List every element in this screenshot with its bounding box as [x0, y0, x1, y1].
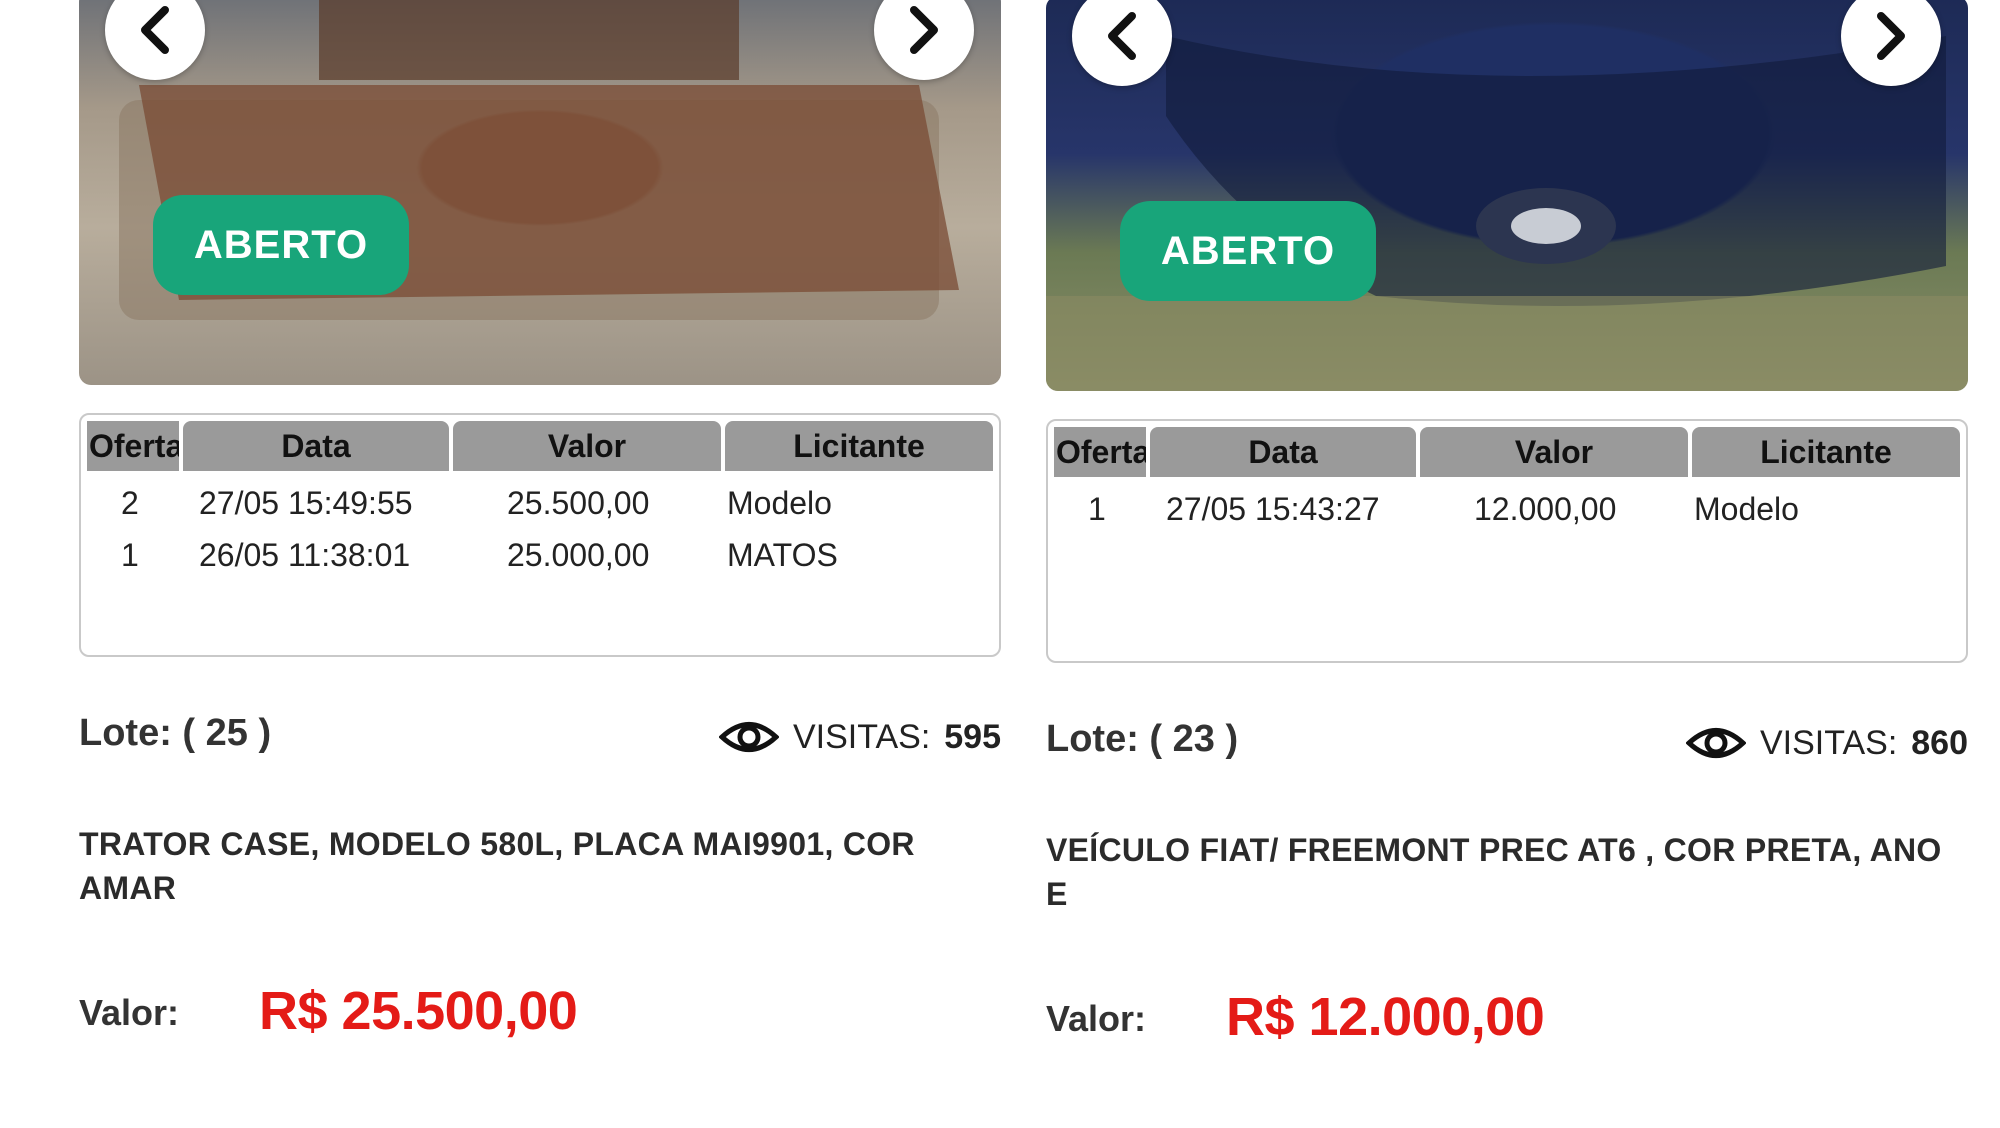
current-price: R$ 25.500,00: [259, 981, 578, 1041]
col-oferta: Oferta: [87, 421, 179, 471]
cell-data: 27/05 15:43:27: [1166, 491, 1380, 527]
valor-label: Valor:: [1046, 998, 1147, 1039]
col-oferta: Oferta: [1054, 427, 1146, 477]
cell-valor: 25.000,00: [507, 537, 650, 573]
eye-icon: [1685, 728, 1746, 758]
visits-label: VISITAS:: [1759, 723, 1898, 762]
bids-table-header: Oferta Data Valor Licitante: [1054, 427, 1960, 477]
lot-description[interactable]: TRATOR CASE, MODELO 580L, PLACA MAI9901,…: [79, 822, 979, 910]
auction-card-23: ABERTO Oferta Data Valor Licitante 1 27/…: [1046, 0, 1968, 1128]
visits-label: VISITAS:: [792, 717, 931, 756]
bids-table-header: Oferta Data Valor Licitante: [87, 421, 993, 471]
lot-description[interactable]: VEÍCULO FIAT/ FREEMONT PREC AT6 , COR PR…: [1046, 828, 1946, 916]
cell-oferta: 1: [121, 537, 139, 573]
status-badge: ABERTO: [153, 195, 409, 295]
col-licitante: Licitante: [725, 421, 993, 471]
bids-table: Oferta Data Valor Licitante 2 27/05 15:4…: [79, 413, 1001, 657]
col-data: Data: [183, 421, 449, 471]
col-valor: Valor: [1420, 427, 1688, 477]
cell-valor: 25.500,00: [507, 485, 650, 521]
cell-licitante: MATOS: [727, 537, 838, 573]
table-row: 1 27/05 15:43:27 12.000,00 Modelo: [1054, 483, 1960, 535]
chevron-right-icon: [1877, 12, 1905, 60]
status-badge: ABERTO: [1120, 201, 1376, 301]
bids-table: Oferta Data Valor Licitante 1 27/05 15:4…: [1046, 419, 1968, 663]
auction-card-25: ABERTO Oferta Data Valor Licitante 2 27/…: [79, 0, 1001, 1128]
cell-licitante: Modelo: [727, 485, 832, 521]
cell-data: 27/05 15:49:55: [199, 485, 413, 521]
visits-value: 860: [1911, 723, 1968, 762]
lot-photo-car[interactable]: [1046, 0, 1968, 391]
table-row: 2 27/05 15:49:55 25.500,00 Modelo: [87, 477, 993, 529]
lot-number: Lote: ( 23 ): [1046, 718, 1239, 760]
col-licitante: Licitante: [1692, 427, 1960, 477]
cell-licitante: Modelo: [1694, 491, 1799, 527]
chevron-left-icon: [141, 6, 169, 54]
cell-data: 26/05 11:38:01: [199, 537, 411, 573]
cell-oferta: 2: [121, 485, 139, 521]
visits-value: 595: [944, 717, 1001, 756]
table-row: 1 26/05 11:38:01 25.000,00 MATOS: [87, 529, 993, 581]
visits-counter: VISITAS: 860: [1685, 722, 1968, 764]
cell-valor: 12.000,00: [1474, 491, 1617, 527]
visits-counter: VISITAS: 595: [718, 716, 1001, 758]
chevron-right-icon: [910, 6, 938, 54]
cell-oferta: 1: [1088, 491, 1106, 527]
valor-label: Valor:: [79, 992, 180, 1033]
lot-photo-tractor[interactable]: [79, 0, 1001, 385]
eye-icon: [718, 722, 779, 752]
current-price: R$ 12.000,00: [1226, 987, 1545, 1047]
col-valor: Valor: [453, 421, 721, 471]
col-data: Data: [1150, 427, 1416, 477]
lot-number: Lote: ( 25 ): [79, 712, 272, 754]
chevron-left-icon: [1108, 12, 1136, 60]
